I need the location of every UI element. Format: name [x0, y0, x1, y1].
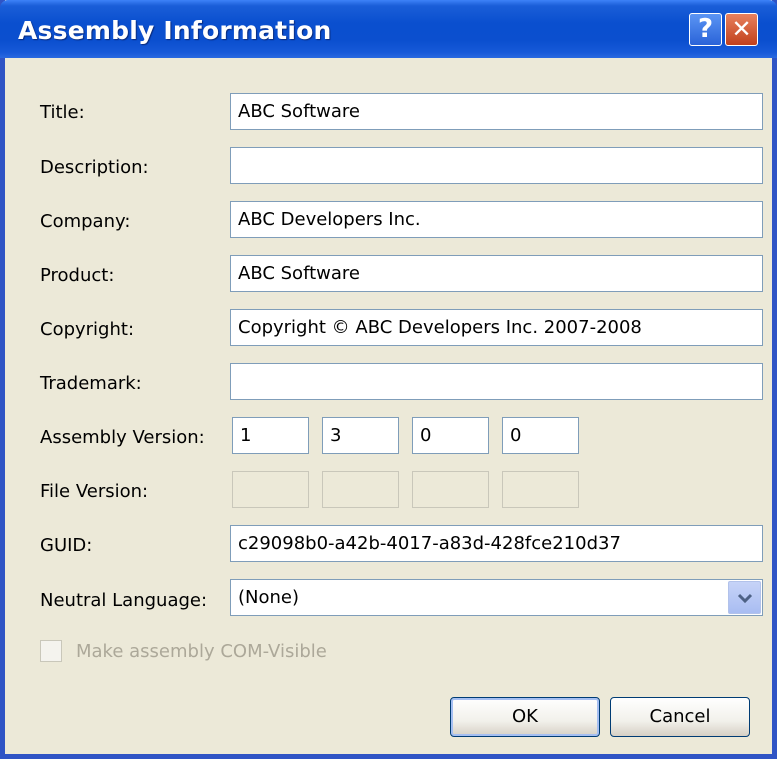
company-label: Company:	[40, 211, 131, 232]
guid-input[interactable]: c29098b0-a42b-4017-a83d-428fce210d37	[230, 525, 763, 562]
close-button[interactable]: ✕	[725, 13, 758, 46]
guid-label: GUID:	[40, 535, 93, 556]
assembly-version-revision-input[interactable]: 0	[502, 417, 579, 454]
ok-button[interactable]: OK	[450, 697, 600, 737]
company-input[interactable]: ABC Developers Inc.	[230, 201, 763, 238]
copyright-input[interactable]: Copyright © ABC Developers Inc. 2007-200…	[230, 309, 763, 346]
title-label: Title:	[40, 102, 85, 123]
description-input[interactable]	[230, 147, 763, 184]
title-input[interactable]: ABC Software	[230, 93, 763, 130]
file-version-minor-input	[322, 471, 399, 508]
file-version-label: File Version:	[40, 481, 149, 502]
cancel-button[interactable]: Cancel	[610, 697, 750, 737]
assembly-version-build-input[interactable]: 0	[412, 417, 489, 454]
window-title: Assembly Information	[18, 16, 332, 45]
com-visible-label: Make assembly COM-Visible	[76, 641, 327, 662]
trademark-label: Trademark:	[40, 373, 142, 394]
assembly-version-minor-input[interactable]: 3	[322, 417, 399, 454]
copyright-label: Copyright:	[40, 319, 135, 340]
com-visible-checkbox[interactable]	[40, 640, 62, 662]
chevron-down-icon	[737, 593, 752, 603]
product-label: Product:	[40, 265, 115, 286]
title-bar[interactable]: Assembly Information ? ✕	[0, 0, 777, 58]
description-label: Description:	[40, 157, 149, 178]
assembly-version-major-input[interactable]: 1	[232, 417, 309, 454]
file-version-major-input	[232, 471, 309, 508]
trademark-input[interactable]	[230, 363, 763, 400]
neutral-language-value: (None)	[238, 587, 300, 608]
neutral-language-select[interactable]: (None)	[230, 579, 763, 616]
file-version-build-input	[412, 471, 489, 508]
help-button[interactable]: ?	[689, 13, 722, 46]
combo-dropdown-button[interactable]	[728, 581, 761, 614]
help-icon: ?	[697, 14, 714, 44]
close-icon: ✕	[731, 15, 752, 43]
neutral-language-label: Neutral Language:	[40, 590, 208, 611]
product-input[interactable]: ABC Software	[230, 255, 763, 292]
file-version-revision-input	[502, 471, 579, 508]
assembly-version-label: Assembly Version:	[40, 427, 205, 448]
